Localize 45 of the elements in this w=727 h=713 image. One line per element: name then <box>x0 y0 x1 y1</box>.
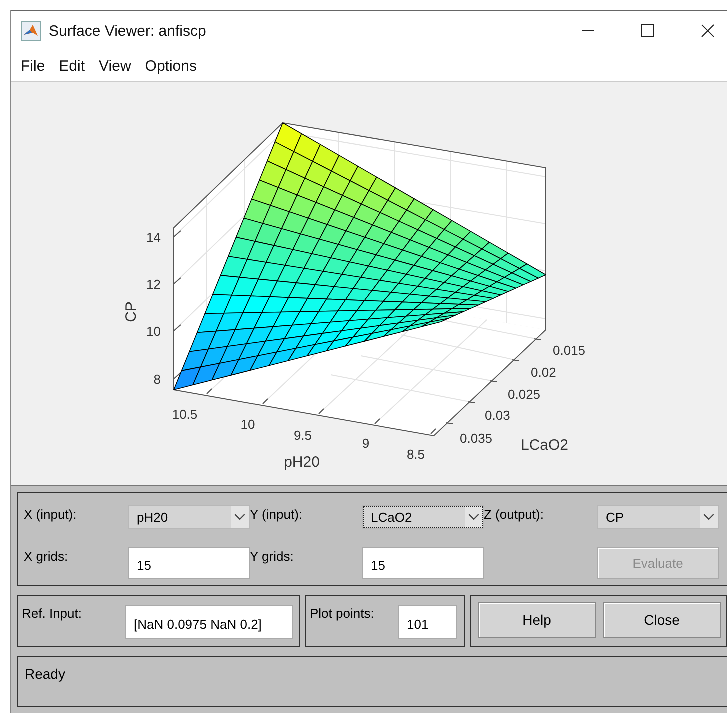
status-text: Ready <box>25 666 66 682</box>
y-tick-label: 0.025 <box>508 387 541 402</box>
dropdown[interactable]: CP <box>597 505 719 529</box>
z-tick-label: 10 <box>146 324 161 339</box>
y-tick-label: 0.02 <box>531 365 556 380</box>
x-axis-label: pH20 <box>284 454 320 471</box>
window-title: Surface Viewer: anfiscp <box>49 22 206 40</box>
z-axis-label: CP <box>123 302 140 322</box>
z-tick-label: 14 <box>146 230 161 245</box>
dialog-button[interactable]: Help <box>478 602 596 638</box>
selector-label: Y (input): <box>250 506 304 524</box>
x-tick-label: 9.5 <box>294 428 312 443</box>
dropdown[interactable]: LCaO2 <box>362 505 484 529</box>
ref-input-label: Ref. Input: <box>22 605 82 621</box>
z-tick-label: 12 <box>146 277 161 292</box>
y-tick-label: 0.035 <box>460 431 493 446</box>
y-axis-label: LCaO2 <box>521 437 569 454</box>
caret-icon[interactable] <box>231 506 249 528</box>
menu-item[interactable]: View <box>92 56 138 76</box>
maximize-icon[interactable] <box>641 24 655 38</box>
x-tick-label: 8.5 <box>406 447 426 462</box>
app-logo-icon <box>21 21 41 41</box>
menu-item[interactable]: Edit <box>52 56 92 76</box>
x-tick-label: 10.5 <box>172 407 198 422</box>
grids-field[interactable]: 15 <box>362 547 484 579</box>
dropdown[interactable]: pH20 <box>128 505 250 529</box>
z-tick-label: 8 <box>154 372 161 387</box>
caret-icon[interactable] <box>465 506 483 528</box>
y-tick-label: 0.015 <box>553 343 586 358</box>
plot-points-field[interactable]: 101 <box>398 605 457 639</box>
dialog-button[interactable]: Close <box>603 602 721 638</box>
x-tick-label: 9 <box>362 436 370 451</box>
close-icon[interactable] <box>701 24 715 38</box>
x-tick-label: 10 <box>240 417 256 432</box>
grids-field[interactable]: 15 <box>128 547 250 579</box>
y-tick-label: 0.03 <box>485 408 510 423</box>
grids-label: X grids: <box>24 548 70 566</box>
menu-item[interactable]: File <box>14 56 52 76</box>
selector-label: Z (output): <box>484 506 545 524</box>
selector-label: X (input): <box>24 506 78 524</box>
menu-item[interactable]: Options <box>138 56 204 76</box>
caret-icon[interactable] <box>700 506 718 528</box>
plot-points-label: Plot points: <box>310 605 374 621</box>
ref-input-field[interactable]: [NaN 0.0975 NaN 0.2] <box>125 605 293 639</box>
grids-label: Y grids: <box>250 548 295 566</box>
